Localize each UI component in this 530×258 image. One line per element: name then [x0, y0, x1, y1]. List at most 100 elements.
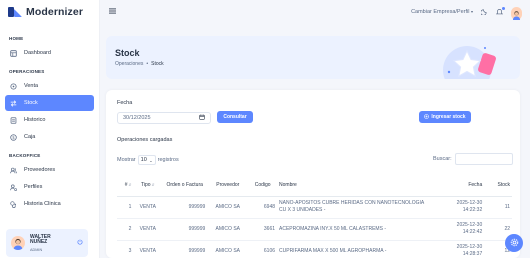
menu-icon[interactable] — [109, 8, 116, 16]
column-header-label: Proveedor — [216, 181, 240, 188]
sidebar: Modernizer HOME Dashboard OPERACIONES Ve… — [0, 0, 100, 258]
section-title: Operaciones cargadas — [117, 137, 173, 143]
sidebar-item-stock[interactable]: Stock — [5, 95, 94, 111]
company-switcher[interactable]: Cambiar Empresa/Perfil ▾ — [411, 9, 473, 15]
sidebar-item-caja[interactable]: $ Caja — [5, 129, 94, 145]
sort-icon: ⇵ — [128, 182, 132, 187]
column-header-proveedor[interactable]: Proveedor — [207, 174, 249, 197]
star-illustration-icon — [443, 46, 496, 79]
sidebar-item-label: Caja — [24, 134, 36, 140]
page-title: Stock — [115, 48, 140, 58]
column-header-nombre[interactable]: Nombre — [277, 174, 431, 197]
column-header-codigo[interactable]: Codigo — [248, 174, 278, 197]
cell-tipo: VENTA — [133, 218, 163, 241]
cell-fecha-time: 14:22:42 — [462, 229, 483, 235]
date-field[interactable]: 30/12/2025 — [117, 112, 211, 124]
column-header-label: Codigo — [254, 181, 271, 188]
history-icon — [10, 116, 17, 124]
cell-proveedor: AMICO SA — [207, 196, 249, 219]
sidebar-item-historia-clinica[interactable]: Historia Clinica — [5, 196, 94, 212]
sidebar-item-perfiles[interactable]: Perfiles — [5, 179, 94, 195]
date-field-value: 30/12/2025 — [123, 115, 151, 121]
page-size-select[interactable]: 10 ⌄ — [137, 155, 156, 165]
table-row[interactable]: 1 VENTA 999999 AMICO SA 6948 NANO-APOSIT… — [117, 196, 512, 219]
user-role: ADMIN — [30, 247, 43, 252]
column-header-orden[interactable]: Orden o Factura — [162, 174, 208, 197]
cell-fecha-date: 2025-12-30 — [456, 244, 483, 250]
notification-dot — [502, 6, 505, 10]
cell-proveedor: AMICO SA — [207, 218, 249, 241]
consultar-button[interactable]: Consultar — [217, 111, 253, 123]
sidebar-item-label: Venta — [24, 83, 39, 89]
sidebar-item-label: Perfiles — [24, 184, 43, 190]
brand-logo-icon — [8, 7, 22, 17]
bell-icon[interactable] — [495, 6, 505, 17]
breadcrumb-operaciones[interactable]: Operaciones — [115, 61, 143, 67]
cell-tipo: VENTA — [133, 196, 163, 219]
transfer-icon — [10, 99, 17, 107]
user-cog-icon — [10, 184, 17, 191]
sidebar-item-venta[interactable]: Venta — [5, 78, 94, 94]
sidebar-item-label: Proveedores — [24, 167, 56, 173]
sidebar-item-label: Historico — [24, 117, 46, 123]
breadcrumb-separator: • — [146, 61, 149, 67]
svg-text:$: $ — [12, 135, 15, 140]
plus-circle-icon — [424, 113, 430, 121]
table-row[interactable]: 2 VENTA 999999 AMICO SA 3661 ACEPROMAZIN… — [117, 218, 512, 241]
table-row[interactable]: 3 VENTA 999999 AMICO SA 6106 CUPRIFARMA … — [117, 240, 512, 258]
medical-icon — [10, 200, 17, 208]
column-header-tipo[interactable]: Tipo⇵ — [133, 174, 163, 197]
column-header-label: Tipo — [141, 181, 151, 188]
breadcrumb: Operaciones • Stock — [115, 61, 164, 67]
sidebar-item-historico[interactable]: Historico — [5, 112, 94, 128]
cell-tipo: VENTA — [133, 240, 163, 258]
column-header-stock[interactable]: Stock — [484, 174, 512, 197]
topbar: Cambiar Empresa/Perfil ▾ — [101, 0, 530, 24]
moon-icon[interactable] — [480, 8, 488, 17]
search-input[interactable] — [454, 153, 513, 165]
user-card: WALTER NUÑEZ ADMIN — [6, 229, 88, 257]
sidebar-item-dashboard[interactable]: Dashboard — [5, 45, 94, 61]
column-header-label: Stock — [497, 181, 510, 188]
cell-codigo: 3661 — [248, 218, 278, 241]
cell-fecha-date: 2025-12-30 — [456, 222, 483, 228]
brand-name: Modernizer — [26, 6, 84, 18]
sidebar-item-label: Stock — [24, 100, 38, 106]
power-icon[interactable] — [77, 239, 83, 247]
column-header-num[interactable]: #⇵ — [117, 174, 134, 197]
column-header-label: Nombre — [279, 181, 297, 188]
cell-proveedor: AMICO SA — [207, 240, 249, 258]
column-header-label: Orden o Factura — [166, 181, 203, 188]
table-header-row: #⇵ Tipo⇵ Orden o Factura Proveedor Codig… — [117, 174, 512, 197]
table-search: Buscar: — [433, 153, 513, 165]
settings-fab[interactable] — [505, 234, 523, 252]
user-name-last: NUÑEZ — [30, 239, 48, 245]
top-avatar[interactable] — [511, 6, 522, 20]
ingresar-stock-label: Ingresar stock — [431, 114, 466, 120]
cell-orden: 999999 — [162, 218, 208, 241]
cart-icon — [10, 82, 17, 90]
column-header-fecha[interactable]: Fecha — [430, 174, 485, 197]
calendar-icon[interactable] — [199, 114, 205, 122]
show-prefix: Mostrar — [117, 157, 136, 163]
cell-fecha-time: 14:28:37 — [462, 251, 483, 257]
cell-num: 2 — [117, 218, 134, 241]
users-icon — [10, 167, 17, 174]
page-header: Stock Operaciones • Stock — [106, 36, 520, 79]
search-label: Buscar: — [433, 156, 452, 162]
sidebar-item-label: Historia Clinica — [24, 201, 61, 207]
chevron-down-icon: ⌄ — [149, 157, 153, 163]
cell-fecha-date: 2025-12-30 — [456, 200, 483, 206]
brand[interactable]: Modernizer — [0, 0, 99, 24]
page-size-control: Mostrar 10 ⌄ registros — [117, 155, 179, 165]
ingresar-stock-button[interactable]: Ingresar stock — [419, 111, 471, 123]
cell-codigo: 6106 — [248, 240, 278, 258]
cell-fecha: 2025-12-30 14:22:32 — [430, 196, 485, 219]
avatar — [11, 236, 25, 250]
date-label: Fecha — [117, 100, 133, 106]
sidebar-item-proveedores[interactable]: Proveedores — [5, 162, 94, 178]
cell-nombre: CUPRIFARMA MAX X 500 ML AGROPHARMA - — [277, 240, 431, 258]
cell-orden: 999999 — [162, 240, 208, 258]
show-suffix: registros — [157, 157, 179, 163]
cell-fecha: 2025-12-30 14:22:42 — [430, 218, 485, 241]
